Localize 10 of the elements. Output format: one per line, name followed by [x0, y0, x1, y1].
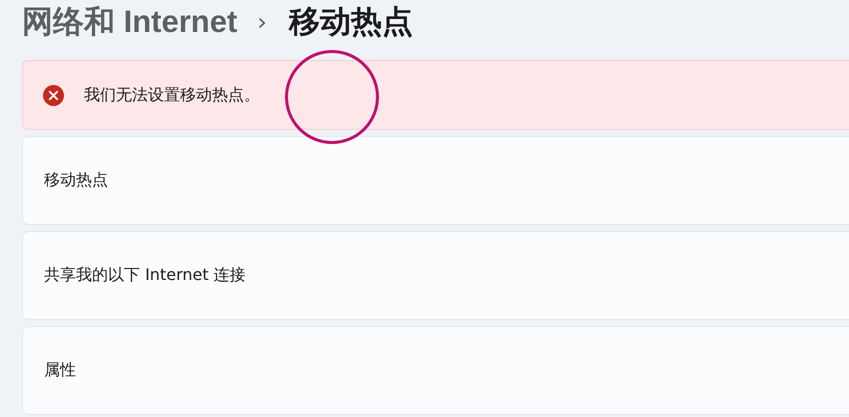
- setting-label: 移动热点: [44, 170, 108, 191]
- setting-card[interactable]: 共享我的以下 Internet 连接: [22, 231, 849, 320]
- setting-label: 属性: [44, 360, 76, 381]
- error-message: 我们无法设置移动热点。: [84, 84, 260, 106]
- breadcrumb-separator: ›: [257, 8, 267, 36]
- setting-card[interactable]: 属性: [22, 326, 849, 415]
- breadcrumb-parent[interactable]: 网络和 Internet: [22, 1, 238, 43]
- page-title: 移动热点: [288, 3, 413, 42]
- setting-card[interactable]: 移动热点: [22, 136, 849, 225]
- setting-label: 共享我的以下 Internet 连接: [44, 265, 246, 286]
